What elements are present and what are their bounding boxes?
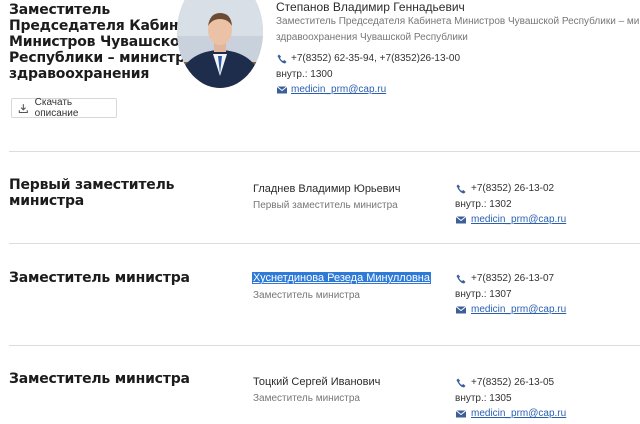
deputy2-phone: +7(8352) 26-13-07 [471, 273, 555, 284]
deputy3-phone: +7(8352) 26-13-05 [471, 377, 555, 388]
deputy3-position: Заместитель министра [253, 393, 360, 404]
leader-section-title: Заместитель Председателя Кабинета Минист… [9, 2, 205, 82]
deputy1-title-line: министра [9, 193, 85, 209]
phone-icon [456, 274, 466, 284]
envelope-icon [276, 86, 288, 94]
deputy3-ext: внутр.: 1305 [455, 393, 512, 404]
deputy2-title-line: Заместитель министра [9, 270, 190, 286]
leader-position-line: здравоохранения Чувашской Республики [276, 32, 468, 43]
leader-title-line: Республики – министр [9, 50, 185, 66]
deputy2-email-link[interactable]: medicin_prm@cap.ru [471, 303, 566, 317]
deputy1-phone: +7(8352) 26-13-02 [471, 183, 555, 194]
phone-icon [456, 378, 466, 388]
leader-title-line: Заместитель [9, 2, 111, 18]
section-divider [9, 243, 640, 244]
deputy1-section-title: Первый заместитель министра [9, 177, 174, 209]
selected-name-text[interactable]: Хуснетдинова Резеда Минулловна [252, 272, 431, 284]
leader-phone: +7(8352) 62-35-94, +7(8352)26-13-00 [291, 53, 461, 64]
deputy3-email-link[interactable]: medicin_prm@cap.ru [471, 407, 566, 421]
envelope-icon [455, 410, 467, 418]
deputy1-email-link[interactable]: medicin_prm@cap.ru [471, 213, 566, 227]
deputy2-name[interactable]: Хуснетдинова Резеда Минулловна [252, 272, 431, 284]
leader-title-line: здравоохранения [9, 66, 150, 82]
deputy3-name: Тоцкий Сергей Иванович [253, 376, 381, 388]
envelope-icon [455, 216, 467, 224]
phone-icon [277, 54, 287, 64]
deputy3-title-line: Заместитель министра [9, 371, 190, 387]
deputy2-ext: внутр.: 1307 [455, 289, 512, 300]
download-icon [18, 103, 28, 113]
deputy1-title-line: Первый заместитель [9, 177, 175, 193]
phone-icon [456, 184, 466, 194]
deputy1-name: Гладнев Владимир Юрьевич [253, 183, 401, 195]
envelope-icon [455, 306, 467, 314]
download-description-button[interactable]: Скачать описание [11, 97, 117, 119]
leader-title-line: Председателя Кабинета [9, 18, 205, 34]
leader-name: Степанов Владимир Геннадьевич [276, 0, 465, 14]
download-label: Скачать описание [34, 97, 79, 119]
deputy2-position: Заместитель министра [253, 290, 360, 301]
deputy2-section-title: Заместитель министра [9, 270, 190, 286]
leader-email-link[interactable]: medicin_prm@cap.ru [291, 83, 386, 97]
leader-ext: внутр.: 1300 [276, 69, 333, 80]
deputy1-ext: внутр.: 1302 [455, 199, 512, 210]
deputy3-section-title: Заместитель министра [9, 371, 190, 387]
section-divider [9, 151, 640, 152]
deputy1-position: Первый заместитель министра [253, 200, 398, 211]
leader-position-line: Заместитель Председателя Кабинета Минист… [276, 16, 640, 27]
section-divider [9, 345, 640, 346]
leader-title-line: Министров Чувашской [9, 34, 190, 50]
